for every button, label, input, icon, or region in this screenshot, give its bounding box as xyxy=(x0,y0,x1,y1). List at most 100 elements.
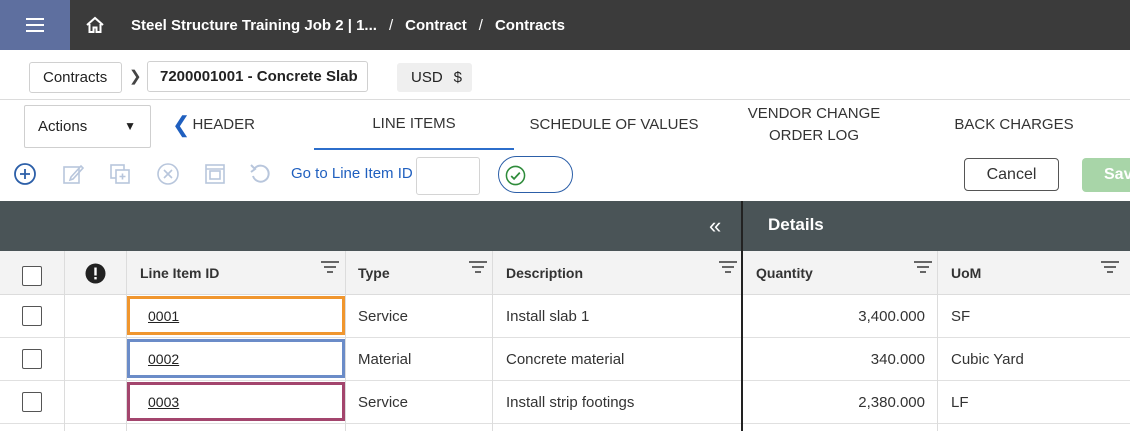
goto-line-item-label[interactable]: Go to Line Item ID xyxy=(291,165,413,182)
quantity-cell: 3,400.000 xyxy=(858,308,925,325)
tab-vendor-change-order-log[interactable]: VENDOR CHANGE ORDER LOG xyxy=(714,100,914,150)
uom-cell: SF xyxy=(951,308,971,325)
description-cell: Concrete material xyxy=(506,351,625,368)
details-title: Details xyxy=(768,215,824,234)
breadcrumb-contracts[interactable]: Contracts xyxy=(495,17,565,34)
type-cell: Service xyxy=(358,394,409,411)
print-icon xyxy=(205,164,225,184)
description-cell: Install strip footings xyxy=(506,394,635,411)
actions-dropdown[interactable]: Actions ▼ xyxy=(24,105,151,148)
edit-icon xyxy=(63,164,85,184)
type-cell: Service xyxy=(358,308,409,325)
actions-label: Actions xyxy=(38,118,88,135)
column-header-type[interactable]: Type xyxy=(358,251,390,295)
column-divider xyxy=(937,251,938,431)
top-bar: Steel Structure Training Job 2 | 1... / … xyxy=(0,0,1130,50)
column-divider xyxy=(345,251,346,431)
currency-code: USD xyxy=(411,69,443,86)
tab-header[interactable]: ❮ HEADER xyxy=(172,100,262,150)
uom-cell: LF xyxy=(951,394,969,411)
hamburger-icon xyxy=(26,18,44,32)
line-item-id-cell: 0001 xyxy=(127,296,345,335)
caret-down-icon: ▼ xyxy=(124,119,136,133)
filter-icon[interactable] xyxy=(320,260,340,276)
filter-icon[interactable] xyxy=(468,260,488,276)
uom-cell: Cubic Yard xyxy=(951,351,1024,368)
toolbar: Go to Line Item ID xyxy=(0,150,1130,201)
tab-schedule-of-values-label: SCHEDULE OF VALUES xyxy=(529,116,699,133)
filter-icon[interactable] xyxy=(913,260,933,276)
contracts-chip-label: Contracts xyxy=(43,69,108,86)
menu-button[interactable] xyxy=(0,0,70,50)
contract-chip[interactable]: 7200001001 - Concrete Slab xyxy=(147,61,368,92)
filter-icon[interactable] xyxy=(1100,260,1120,276)
copy-button[interactable] xyxy=(108,162,132,186)
chevron-right-icon: ❯ xyxy=(129,68,142,85)
save-button[interactable]: Save xyxy=(1082,158,1130,192)
row-checkbox[interactable] xyxy=(22,392,42,412)
row-checkbox[interactable] xyxy=(22,306,42,326)
goto-line-item-input[interactable] xyxy=(416,157,480,195)
contracts-chip[interactable]: Contracts xyxy=(29,62,122,93)
cancel-item-button[interactable] xyxy=(156,162,180,186)
check-circle-icon xyxy=(505,165,526,186)
currency-symbol: $ xyxy=(453,69,463,86)
select-all-checkbox[interactable] xyxy=(22,266,42,286)
details-divider xyxy=(741,201,743,431)
tab-line-items[interactable]: LINE ITEMS xyxy=(314,100,514,150)
table-row[interactable]: 0001 Service Install slab 1 SF 3,400.000 xyxy=(0,295,1130,338)
table-row[interactable]: 0003 Service Install strip footings LF 2,380… xyxy=(0,381,1130,424)
undo-button[interactable] xyxy=(248,162,272,186)
column-divider xyxy=(126,251,127,431)
column-header-uom[interactable]: UoM xyxy=(951,251,981,295)
breadcrumb-project[interactable]: Steel Structure Training Job 2 | 1... xyxy=(131,17,377,34)
column-header-description[interactable]: Description xyxy=(506,251,583,295)
tab-back-charges-label: BACK CHARGES xyxy=(954,116,1074,133)
table-row[interactable]: 0002 Material Concrete material Cubic Yard 3… xyxy=(0,338,1130,381)
undo-icon xyxy=(250,164,270,183)
line-item-id-cell: 0002 xyxy=(127,339,345,378)
column-header-quantity[interactable]: Quantity xyxy=(756,251,813,295)
breadcrumb-separator: / xyxy=(478,16,483,34)
column-header-row: Line Item ID Type Description Quantity U… xyxy=(0,251,1130,295)
tab-back-charges[interactable]: BACK CHARGES xyxy=(914,100,1114,150)
save-button-label: Save xyxy=(1104,166,1130,183)
cancel-button[interactable]: Cancel xyxy=(964,158,1059,191)
column-divider xyxy=(492,251,493,431)
row-checkbox[interactable] xyxy=(22,349,42,369)
tab-schedule-of-values[interactable]: SCHEDULE OF VALUES xyxy=(514,100,714,150)
breadcrumb-separator: / xyxy=(388,16,394,34)
home-icon xyxy=(86,16,104,33)
line-item-id-link[interactable]: 0002 xyxy=(148,351,179,367)
description-cell: Install slab 1 xyxy=(506,308,590,325)
column-divider xyxy=(64,251,65,431)
tab-vendor-change-label-line2: ORDER LOG xyxy=(768,127,859,144)
validation-toggle[interactable] xyxy=(498,156,573,193)
context-bar: Contracts ❯ 7200001001 - Concrete Slab U… xyxy=(0,50,1130,100)
tab-line-items-label: LINE ITEMS xyxy=(372,115,456,132)
double-chevron-left-icon[interactable]: « xyxy=(709,213,721,239)
chevron-left-icon: ❮ xyxy=(172,112,191,137)
tab-header-label: HEADER xyxy=(192,116,255,133)
tabs-row: Actions ▼ ❮ HEADER LINE ITEMS SCHEDULE O… xyxy=(0,100,1130,150)
add-circle-icon xyxy=(14,163,36,185)
home-button[interactable] xyxy=(70,0,120,50)
add-button[interactable] xyxy=(13,162,37,186)
breadcrumb-contract[interactable]: Contract xyxy=(405,17,467,34)
column-header-line-item-id[interactable]: Line Item ID xyxy=(140,251,219,295)
filter-icon[interactable] xyxy=(718,260,738,276)
quantity-cell: 340.000 xyxy=(870,351,925,368)
tab-vendor-change-label-line1: VENDOR CHANGE xyxy=(747,105,881,122)
contract-chip-label: 7200001001 - Concrete Slab xyxy=(160,68,358,85)
line-item-id-link[interactable]: 0001 xyxy=(148,308,179,324)
cancel-circle-icon xyxy=(157,163,179,185)
currency-chip: USD $ xyxy=(397,63,472,92)
alert-circle-icon xyxy=(85,263,106,284)
edit-button[interactable] xyxy=(61,162,85,186)
copy-icon xyxy=(110,164,130,184)
print-button[interactable] xyxy=(203,162,227,186)
type-cell: Material xyxy=(358,351,412,368)
line-item-id-link[interactable]: 0003 xyxy=(148,394,179,410)
quantity-cell: 2,380.000 xyxy=(858,394,925,411)
breadcrumb: Steel Structure Training Job 2 | 1... / … xyxy=(131,0,565,50)
